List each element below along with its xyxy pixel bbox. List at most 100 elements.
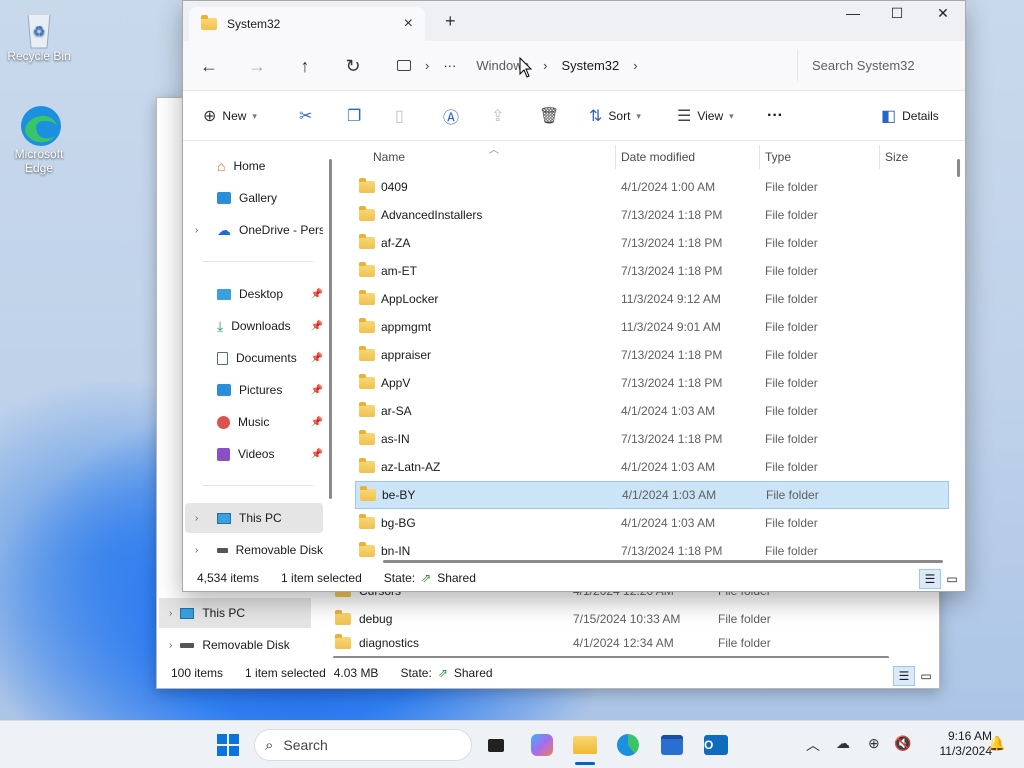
copy-button[interactable]: ❐ <box>347 105 361 127</box>
more-options-button[interactable]: ··· <box>767 105 783 127</box>
sidebar-item-pictures[interactable]: Pictures 📌 <box>185 375 323 405</box>
edge-button[interactable] <box>614 731 642 759</box>
sidebar-item-documents[interactable]: Documents 📌 <box>185 343 323 373</box>
notifications-icon[interactable]: 🔔 <box>988 735 1005 752</box>
column-header-size[interactable]: Size <box>885 150 908 164</box>
back-nav-removable[interactable]: › Removable Disk <box>159 630 311 660</box>
tiles-view-button[interactable]: ▭ <box>915 666 937 686</box>
refresh-button[interactable]: ↻ <box>339 53 367 79</box>
address-bar[interactable]: › ··· Windows › System32 › <box>383 51 787 79</box>
sidebar-item-desktop[interactable]: Desktop 📌 <box>185 279 323 309</box>
search-input[interactable]: Search System32 <box>797 49 965 81</box>
back-nav-this-pc[interactable]: › This PC <box>159 598 311 628</box>
forward-button[interactable]: → <box>243 53 271 79</box>
sidebar-item-removable-disk[interactable]: › Removable Disk <box>185 535 323 559</box>
sidebar-scrollbar[interactable] <box>329 159 332 499</box>
details-view-button[interactable]: ☰ <box>893 666 915 686</box>
back-button[interactable]: ← <box>195 53 223 79</box>
sort-button[interactable]: ⇅ Sort ▾ <box>589 105 641 127</box>
table-row[interactable]: az-Latn-AZ 4/1/2024 1:03 AM File folder <box>355 453 949 481</box>
list-item[interactable]: debug 7/15/2024 10:33 AM File folder <box>333 606 933 632</box>
share-button[interactable]: ⇪ <box>491 105 504 127</box>
maximize-button[interactable]: ☐ <box>875 5 919 29</box>
volume-muted-icon[interactable]: 🔇 <box>894 735 911 752</box>
table-row[interactable]: ar-SA 4/1/2024 1:03 AM File folder <box>355 397 949 425</box>
details-view-button[interactable]: ☰ <box>919 569 941 589</box>
table-row[interactable]: am-ET 7/13/2024 1:18 PM File folder <box>355 257 949 285</box>
state-label: State: <box>400 666 432 680</box>
taskbar-search[interactable]: ⌕ Search <box>254 729 472 761</box>
table-row[interactable]: bn-IN 7/13/2024 1:18 PM File folder <box>355 537 949 559</box>
cut-button[interactable]: ✂ <box>299 105 312 127</box>
new-tab-button[interactable]: + <box>445 11 456 32</box>
table-row[interactable]: as-IN 7/13/2024 1:18 PM File folder <box>355 425 949 453</box>
clock-date: 11/3/2024 <box>939 744 993 758</box>
table-row[interactable]: 0409 4/1/2024 1:00 AM File folder <box>355 173 949 201</box>
sidebar-item-this-pc[interactable]: › This PC <box>185 503 323 533</box>
close-tab-icon[interactable]: × <box>404 15 413 33</box>
file-date: 7/13/2024 1:18 PM <box>621 348 723 362</box>
sidebar-item-onedrive[interactable]: › ☁ OneDrive - Personal <box>185 215 323 245</box>
home-icon: ⌂ <box>217 158 226 174</box>
outlook-icon: O <box>704 735 728 755</box>
windows-logo-icon <box>217 734 239 756</box>
view-button[interactable]: ☰ View ▾ <box>677 105 734 127</box>
sidebar-item-downloads[interactable]: ⤓ Downloads 📌 <box>185 311 323 341</box>
outlook-button[interactable]: O <box>702 731 730 759</box>
this-pc-icon <box>217 512 231 524</box>
task-view-button[interactable] <box>482 731 510 759</box>
file-type: File folder <box>765 404 818 418</box>
folder-icon <box>360 486 376 501</box>
table-row[interactable]: af-ZA 7/13/2024 1:18 PM File folder <box>355 229 949 257</box>
table-row[interactable]: AppLocker 11/3/2024 9:12 AM File folder <box>355 285 949 313</box>
vertical-scrollbar[interactable] <box>957 159 960 177</box>
list-item[interactable]: diagnostics 4/1/2024 12:34 AM File folde… <box>333 634 933 652</box>
column-header-date[interactable]: Date modified <box>621 150 695 164</box>
column-separator[interactable] <box>879 145 880 169</box>
column-header-name[interactable]: Name <box>373 150 405 164</box>
table-row[interactable]: appraiser 7/13/2024 1:18 PM File folder <box>355 341 949 369</box>
tiles-view-button[interactable]: ▭ <box>941 569 963 589</box>
desktop-icon-edge[interactable]: Microsoft Edge <box>6 104 72 175</box>
rename-button[interactable]: Ⓐ <box>443 105 459 127</box>
tab-system32[interactable]: System32 × <box>189 7 425 41</box>
details-pane-button[interactable]: ◧ Details <box>881 105 939 127</box>
up-button[interactable]: ↑ <box>291 53 319 79</box>
horizontal-scrollbar[interactable] <box>383 560 943 563</box>
sidebar-item-videos[interactable]: Videos 📌 <box>185 439 323 469</box>
explorer-window[interactable]: System32 × + — ☐ ✕ ← → ↑ ↻ › ··· Windows… <box>182 0 966 592</box>
file-type: File folder <box>765 376 818 390</box>
close-button[interactable]: ✕ <box>921 5 965 29</box>
file-explorer-button[interactable] <box>571 731 599 759</box>
sort-label: Sort <box>608 109 631 123</box>
table-row[interactable]: be-BY 4/1/2024 1:03 AM File folder <box>355 481 949 509</box>
paste-icon: ▯ <box>395 108 404 125</box>
show-hidden-icons-button[interactable]: ︿ <box>806 735 820 755</box>
desktop-icon-recycle-bin[interactable]: ♻ Recycle Bin <box>6 6 72 63</box>
column-separator[interactable] <box>615 145 616 169</box>
table-row[interactable]: AdvancedInstallers 7/13/2024 1:18 PM File … <box>355 201 949 229</box>
tiles-view-icon: ▭ <box>920 669 932 683</box>
table-row[interactable]: AppV 7/13/2024 1:18 PM File folder <box>355 369 949 397</box>
store-button[interactable] <box>658 731 686 759</box>
column-separator[interactable] <box>759 145 760 169</box>
new-button[interactable]: ⊕ New ▾ <box>203 105 257 127</box>
copilot-icon <box>531 734 553 756</box>
minimize-button[interactable]: — <box>831 5 875 29</box>
cloud-offline-icon[interactable]: ☁ <box>836 735 850 752</box>
paste-button[interactable]: ▯ <box>395 105 404 127</box>
column-header-type[interactable]: Type <box>765 150 791 164</box>
table-row[interactable]: bg-BG 4/1/2024 1:03 AM File folder <box>355 509 949 537</box>
sidebar-item-music[interactable]: Music 📌 <box>185 407 323 437</box>
clock[interactable]: 9:16 AM 11/3/2024 <box>916 729 993 759</box>
copilot-button[interactable] <box>528 731 556 759</box>
sidebar-item-gallery[interactable]: Gallery <box>185 183 323 213</box>
start-button[interactable] <box>214 731 242 759</box>
table-row[interactable]: appmgmt 11/3/2024 9:01 AM File folder <box>355 313 949 341</box>
cloud-icon: ☁ <box>217 221 231 238</box>
breadcrumb-system32[interactable]: System32 <box>561 58 619 73</box>
sidebar-item-home[interactable]: ⌂ Home <box>185 151 323 181</box>
network-globe-icon[interactable]: ⊕ <box>868 735 880 752</box>
delete-button[interactable]: 🗑 <box>539 105 559 127</box>
breadcrumb-overflow[interactable]: ··· <box>443 58 456 73</box>
